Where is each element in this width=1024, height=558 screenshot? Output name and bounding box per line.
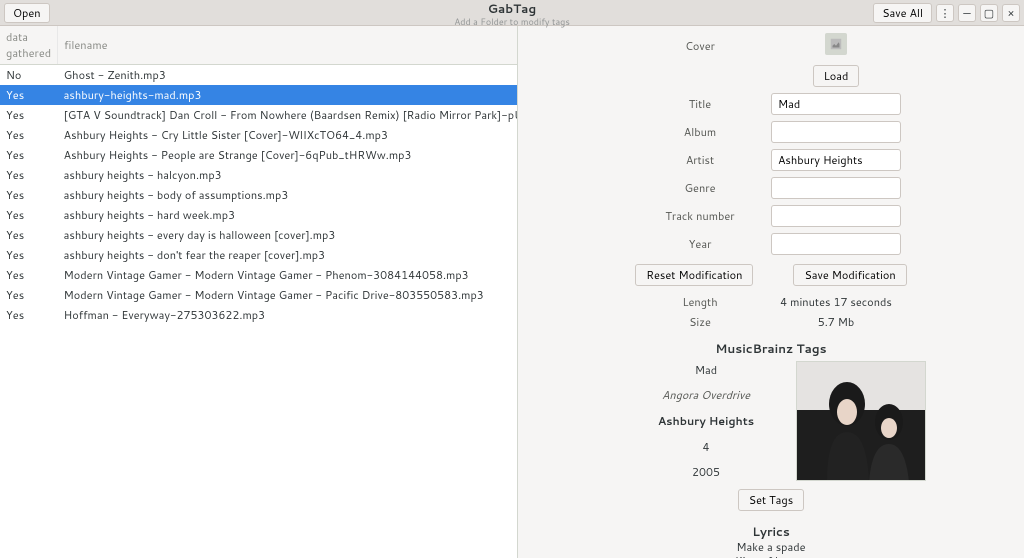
mb-track: 4 bbox=[616, 439, 796, 455]
open-button[interactable]: Open bbox=[4, 3, 50, 23]
cell-filename: Modern Vintage Gamer - Modern Vintage Ga… bbox=[58, 265, 518, 285]
lyrics-body: Make a spadeKing of heartsI was madeFrom… bbox=[727, 540, 816, 558]
lyrics-line: Make a spade bbox=[727, 540, 816, 554]
cell-filename: ashbury heights - body of assumptions.mp… bbox=[58, 185, 518, 205]
cell-filename: ashbury heights - every day is halloween… bbox=[58, 225, 518, 245]
minimize-icon[interactable]: — bbox=[958, 4, 976, 22]
cell-filename: Hoffman - Everyway-275303622.mp3 bbox=[58, 305, 518, 325]
musicbrainz-album-art bbox=[796, 361, 926, 481]
length-value: 4 minutes 17 seconds bbox=[771, 294, 901, 310]
cover-placeholder bbox=[825, 33, 847, 55]
table-row[interactable]: Yesashbury heights - don't fear the reap… bbox=[0, 245, 518, 265]
cell-filename: Modern Vintage Gamer - Modern Vintage Ga… bbox=[58, 285, 518, 305]
table-row[interactable]: Yesashbury heights - body of assumptions… bbox=[0, 185, 518, 205]
artist-label: Artist bbox=[641, 152, 771, 168]
cell-gathered: Yes bbox=[0, 105, 58, 125]
musicbrainz-header: MusicBrainz Tags bbox=[715, 340, 826, 357]
table-row[interactable]: NoGhost - Zenith.mp3 bbox=[0, 65, 518, 86]
set-tags-button[interactable]: Set Tags bbox=[738, 489, 804, 511]
table-row[interactable]: Yesashbury-heights-mad.mp3 bbox=[0, 85, 518, 105]
lyrics-header: Lyrics bbox=[752, 523, 790, 540]
app-title: GabTag bbox=[488, 0, 537, 17]
year-input[interactable] bbox=[771, 233, 901, 255]
table-row[interactable]: YesAshbury Heights - Cry Little Sister [… bbox=[0, 125, 518, 145]
menu-icon[interactable]: ⋮ bbox=[936, 4, 954, 22]
track-input[interactable] bbox=[771, 205, 901, 227]
cell-gathered: Yes bbox=[0, 185, 58, 205]
cell-filename: ashbury-heights-mad.mp3 bbox=[58, 85, 518, 105]
table-row[interactable]: YesModern Vintage Gamer - Modern Vintage… bbox=[0, 285, 518, 305]
title-label: Title bbox=[641, 96, 771, 112]
table-row[interactable]: YesAshbury Heights - People are Strange … bbox=[0, 145, 518, 165]
track-label: Track number bbox=[641, 208, 771, 224]
cell-filename: ashbury heights - hard week.mp3 bbox=[58, 205, 518, 225]
size-label: Size bbox=[641, 314, 771, 330]
save-button[interactable]: Save Modification bbox=[793, 264, 906, 286]
cell-gathered: Yes bbox=[0, 285, 58, 305]
cell-filename: ashbury heights - don't fear the reaper … bbox=[58, 245, 518, 265]
genre-label: Genre bbox=[641, 180, 771, 196]
cell-gathered: Yes bbox=[0, 85, 58, 105]
title-input[interactable] bbox=[771, 93, 901, 115]
cell-gathered: Yes bbox=[0, 125, 58, 145]
cell-filename: Ashbury Heights - Cry Little Sister [Cov… bbox=[58, 125, 518, 145]
load-cover-button[interactable]: Load bbox=[813, 65, 860, 87]
cell-filename: Ghost - Zenith.mp3 bbox=[58, 65, 518, 86]
album-input[interactable] bbox=[771, 121, 901, 143]
mb-year: 2005 bbox=[616, 464, 796, 480]
cell-gathered: Yes bbox=[0, 305, 58, 325]
file-list-pane[interactable]: data gathered filename NoGhost - Zenith.… bbox=[0, 26, 518, 558]
cell-gathered: Yes bbox=[0, 205, 58, 225]
cell-gathered: Yes bbox=[0, 265, 58, 285]
cell-filename: Ashbury Heights - People are Strange [Co… bbox=[58, 145, 518, 165]
col-header-filename[interactable]: filename bbox=[58, 26, 518, 65]
table-row[interactable]: YesModern Vintage Gamer - Modern Vintage… bbox=[0, 265, 518, 285]
genre-input[interactable] bbox=[771, 177, 901, 199]
table-row[interactable]: YesHoffman - Everyway-275303622.mp3 bbox=[0, 305, 518, 325]
file-table[interactable]: data gathered filename NoGhost - Zenith.… bbox=[0, 26, 518, 325]
tag-editor-pane: Cover Load Title Album Artist Genre bbox=[518, 26, 1024, 558]
mb-album: Angora Overdrive bbox=[616, 387, 796, 403]
reset-button[interactable]: Reset Modification bbox=[635, 264, 753, 286]
cover-label: Cover bbox=[641, 38, 771, 54]
size-value: 5.7 Mb bbox=[771, 314, 901, 330]
cell-gathered: Yes bbox=[0, 165, 58, 185]
col-header-gathered[interactable]: data gathered bbox=[0, 26, 58, 65]
album-label: Album bbox=[641, 124, 771, 140]
cell-gathered: No bbox=[0, 65, 58, 86]
window-title-area: GabTag Add a Folder to modify tags bbox=[0, 0, 1024, 26]
save-all-button[interactable]: Save All bbox=[873, 3, 932, 23]
cell-filename: [GTA V Soundtrack] Dan Croll - From Nowh… bbox=[58, 105, 518, 125]
table-row[interactable]: Yesashbury heights - every day is hallow… bbox=[0, 225, 518, 245]
table-row[interactable]: Yesashbury heights - hard week.mp3 bbox=[0, 205, 518, 225]
mb-artist: Ashbury Heights bbox=[616, 413, 796, 429]
cell-filename: ashbury heights - halcyon.mp3 bbox=[58, 165, 518, 185]
cell-gathered: Yes bbox=[0, 145, 58, 165]
lyrics-line: King of hearts bbox=[727, 554, 816, 558]
mb-title: Mad bbox=[616, 362, 796, 378]
maximize-icon[interactable]: ▢ bbox=[980, 4, 998, 22]
app-subtitle: Add a Folder to modify tags bbox=[0, 17, 1024, 26]
length-label: Length bbox=[641, 294, 771, 310]
year-label: Year bbox=[641, 236, 771, 252]
artist-input[interactable] bbox=[771, 149, 901, 171]
cell-gathered: Yes bbox=[0, 225, 58, 245]
table-row[interactable]: Yesashbury heights - halcyon.mp3 bbox=[0, 165, 518, 185]
cell-gathered: Yes bbox=[0, 245, 58, 265]
close-icon[interactable]: × bbox=[1002, 4, 1020, 22]
table-row[interactable]: Yes[GTA V Soundtrack] Dan Croll - From N… bbox=[0, 105, 518, 125]
